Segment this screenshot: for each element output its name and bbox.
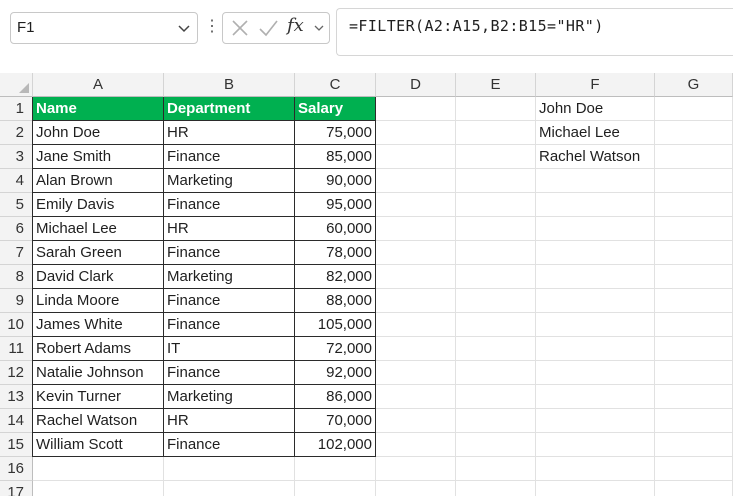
- column-header-d[interactable]: D: [376, 73, 456, 97]
- name-box[interactable]: F1: [10, 12, 198, 44]
- table-cell[interactable]: 82,000: [295, 265, 376, 289]
- table-header-cell[interactable]: Department: [164, 97, 295, 121]
- cancel-icon[interactable]: [229, 17, 251, 39]
- table-cell[interactable]: 70,000: [295, 409, 376, 433]
- table-cell[interactable]: Finance: [164, 433, 295, 457]
- table-cell[interactable]: Finance: [164, 193, 295, 217]
- table-cell[interactable]: Linda Moore: [33, 289, 164, 313]
- table-cell[interactable]: James White: [33, 313, 164, 337]
- table-cell[interactable]: William Scott: [33, 433, 164, 457]
- row-header-15[interactable]: 15: [0, 433, 33, 457]
- table-cell[interactable]: Sarah Green: [33, 241, 164, 265]
- formula-input[interactable]: =FILTER(A2:A15,B2:B15="HR"): [336, 8, 733, 56]
- row-header-1[interactable]: 1: [0, 97, 33, 121]
- gridline: [455, 97, 456, 496]
- table-cell[interactable]: Emily Davis: [33, 193, 164, 217]
- table-cell[interactable]: Kevin Turner: [33, 385, 164, 409]
- row-header-10[interactable]: 10: [0, 313, 33, 337]
- table-cell[interactable]: Natalie Johnson: [33, 361, 164, 385]
- column-header-b[interactable]: B: [164, 73, 295, 97]
- table-cell[interactable]: 90,000: [295, 169, 376, 193]
- table-cell[interactable]: HR: [164, 409, 295, 433]
- table-cell[interactable]: 75,000: [295, 121, 376, 145]
- table-cell[interactable]: Marketing: [164, 169, 295, 193]
- row-header-9[interactable]: 9: [0, 289, 33, 313]
- filter-result-cell[interactable]: Rachel Watson: [536, 145, 655, 169]
- insert-function-button[interactable]: fx: [287, 15, 304, 36]
- chevron-down-icon[interactable]: [177, 18, 191, 38]
- table-cell[interactable]: Jane Smith: [33, 145, 164, 169]
- row-header-16[interactable]: 16: [0, 457, 33, 481]
- table-cell[interactable]: 88,000: [295, 289, 376, 313]
- table-cell[interactable]: Rachel Watson: [33, 409, 164, 433]
- table-header-cell[interactable]: Salary: [295, 97, 376, 121]
- column-header-f[interactable]: F: [536, 73, 655, 97]
- column-header-c[interactable]: C: [295, 73, 376, 97]
- table-cell[interactable]: Finance: [164, 361, 295, 385]
- table-cell[interactable]: HR: [164, 121, 295, 145]
- name-box-value: F1: [17, 19, 35, 36]
- table-border: [32, 97, 33, 457]
- checkmark-icon[interactable]: [257, 17, 279, 39]
- table-cell[interactable]: Finance: [164, 241, 295, 265]
- table-cell[interactable]: HR: [164, 217, 295, 241]
- table-cell[interactable]: Marketing: [164, 265, 295, 289]
- table-cell[interactable]: 105,000: [295, 313, 376, 337]
- column-header-a[interactable]: A: [33, 73, 164, 97]
- row-header-5[interactable]: 5: [0, 193, 33, 217]
- row-header-13[interactable]: 13: [0, 385, 33, 409]
- table-cell[interactable]: 95,000: [295, 193, 376, 217]
- table-cell[interactable]: 102,000: [295, 433, 376, 457]
- column-header-g[interactable]: G: [655, 73, 733, 97]
- row-header-11[interactable]: 11: [0, 337, 33, 361]
- table-header-cell[interactable]: Name: [33, 97, 164, 121]
- filter-result-cell[interactable]: John Doe: [536, 97, 655, 121]
- table-cell[interactable]: 92,000: [295, 361, 376, 385]
- table-cell[interactable]: 85,000: [295, 145, 376, 169]
- column-header-e[interactable]: E: [456, 73, 536, 97]
- table-cell[interactable]: Robert Adams: [33, 337, 164, 361]
- table-cell[interactable]: Finance: [164, 145, 295, 169]
- formula-controls: fx: [222, 12, 330, 44]
- table-cell[interactable]: Finance: [164, 289, 295, 313]
- more-options-icon[interactable]: ⋮: [204, 16, 220, 38]
- filter-result-cell[interactable]: Michael Lee: [536, 121, 655, 145]
- table-cell[interactable]: Marketing: [164, 385, 295, 409]
- table-cell[interactable]: 78,000: [295, 241, 376, 265]
- row-header-14[interactable]: 14: [0, 409, 33, 433]
- table-cell[interactable]: 72,000: [295, 337, 376, 361]
- table-cell[interactable]: Finance: [164, 313, 295, 337]
- table-cell[interactable]: 86,000: [295, 385, 376, 409]
- row-header-3[interactable]: 3: [0, 145, 33, 169]
- row-header-8[interactable]: 8: [0, 265, 33, 289]
- gridline: [33, 480, 733, 481]
- row-header-17[interactable]: 17: [0, 481, 33, 496]
- table-cell[interactable]: 60,000: [295, 217, 376, 241]
- formula-text: =FILTER(A2:A15,B2:B15="HR"): [349, 17, 604, 35]
- chevron-down-icon[interactable]: [313, 22, 325, 34]
- table-cell[interactable]: John Doe: [33, 121, 164, 145]
- row-header-12[interactable]: 12: [0, 361, 33, 385]
- row-header-2[interactable]: 2: [0, 121, 33, 145]
- table-cell[interactable]: Michael Lee: [33, 217, 164, 241]
- formula-bar: F1 ⋮ fx =FILTER(A2:A15,B2:B15="HR"): [0, 0, 733, 62]
- row-header-6[interactable]: 6: [0, 217, 33, 241]
- select-all-button[interactable]: [0, 73, 33, 97]
- table-cell[interactable]: David Clark: [33, 265, 164, 289]
- row-header-7[interactable]: 7: [0, 241, 33, 265]
- row-header-4[interactable]: 4: [0, 169, 33, 193]
- table-cell[interactable]: Alan Brown: [33, 169, 164, 193]
- table-cell[interactable]: IT: [164, 337, 295, 361]
